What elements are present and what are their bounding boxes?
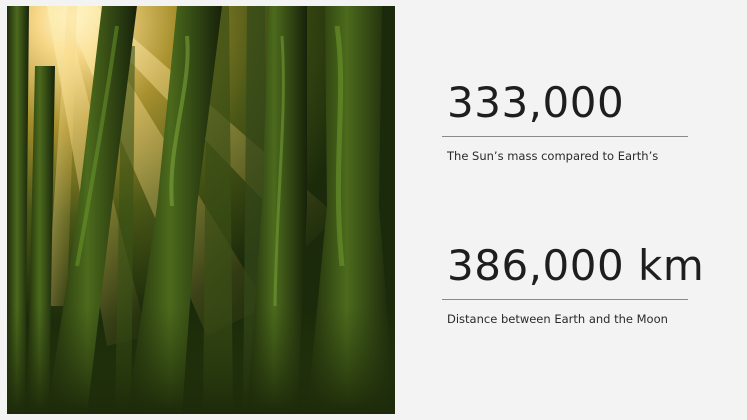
forest-sunbeams-image	[7, 6, 395, 414]
forest-photo	[7, 6, 395, 414]
stat-sun-mass: 333,000 The Sun’s mass compared to Earth…	[442, 78, 688, 163]
slide: 333,000 The Sun’s mass compared to Earth…	[0, 0, 747, 420]
divider	[442, 136, 688, 137]
stat-earth-moon-distance: 386,000 km Distance between Earth and th…	[442, 241, 705, 326]
stat-value: 333,000	[447, 78, 625, 127]
stat-caption: The Sun’s mass compared to Earth’s	[447, 149, 659, 163]
stat-caption: Distance between Earth and the Moon	[447, 312, 668, 326]
stat-value: 386,000 km	[447, 241, 705, 290]
divider	[442, 299, 688, 300]
